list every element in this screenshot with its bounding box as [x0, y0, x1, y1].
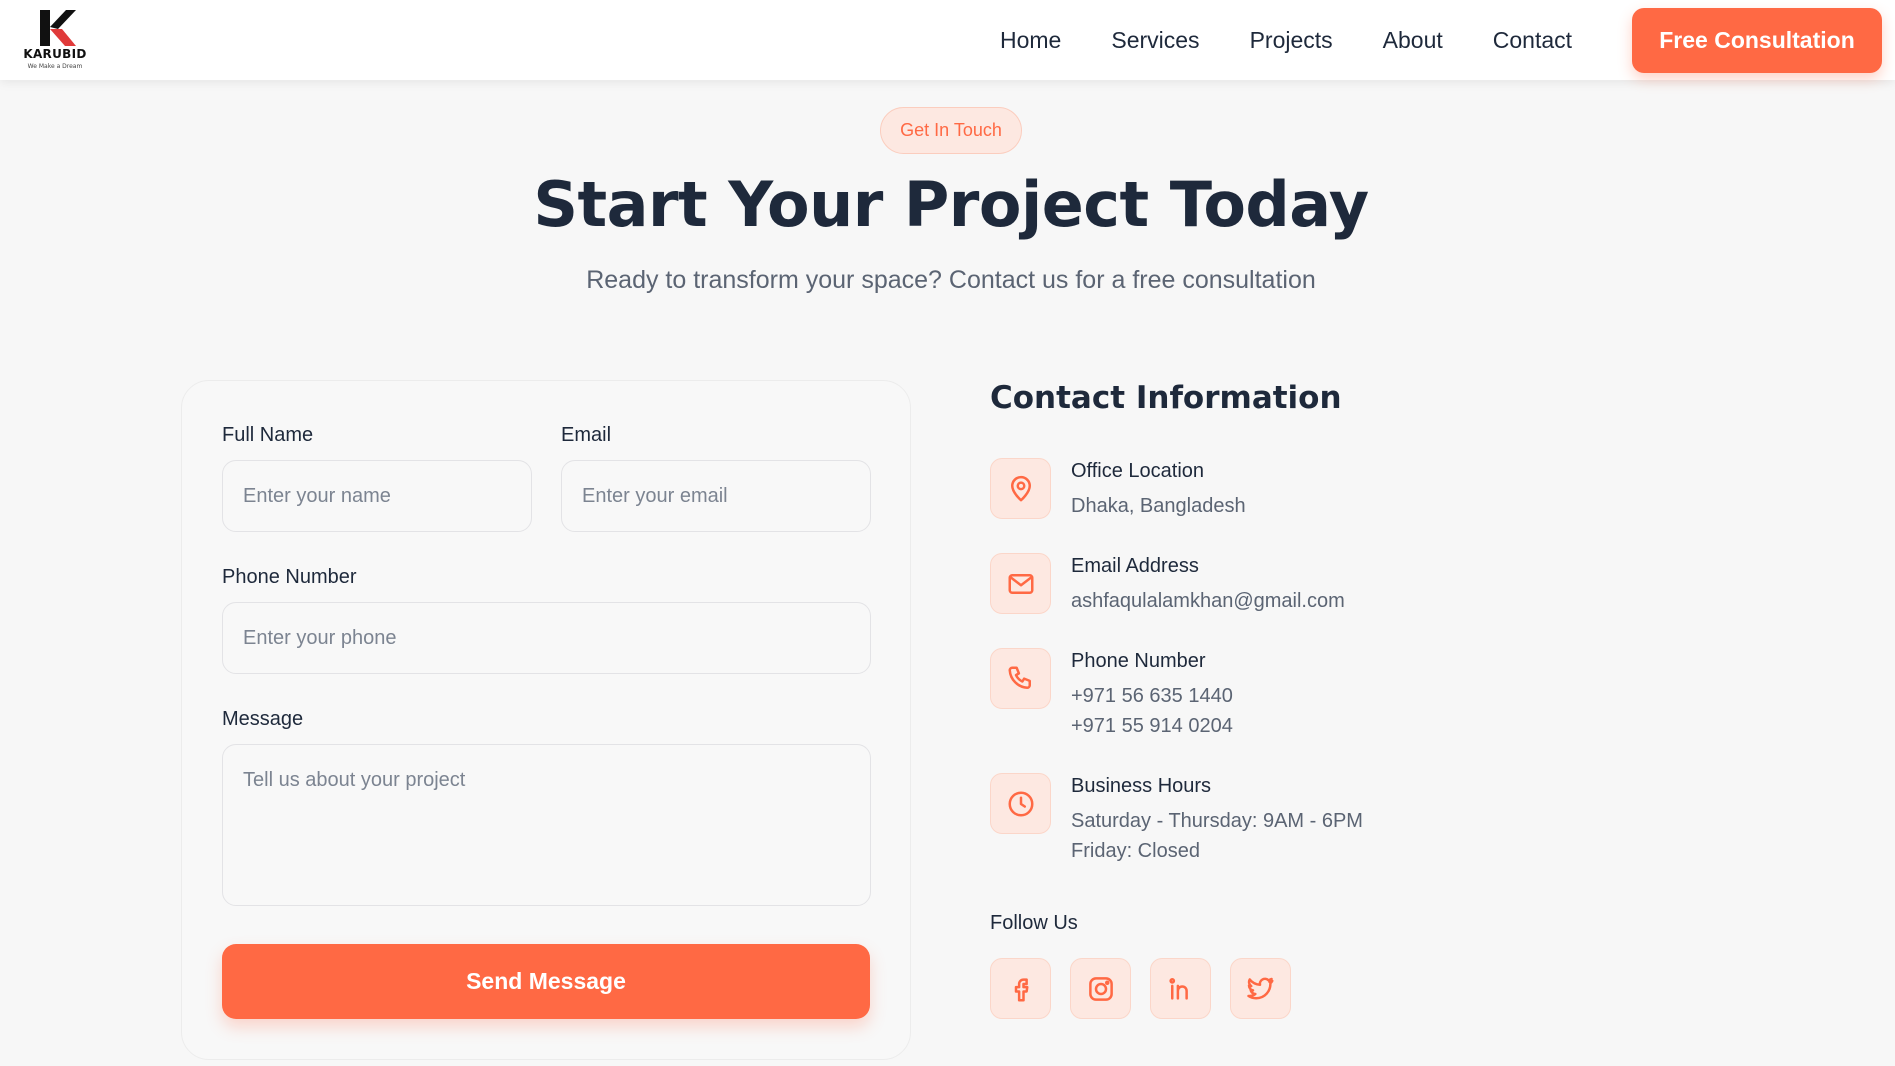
- business-hours-weekdays: Saturday - Thursday: 9AM - 6PM: [1071, 810, 1363, 832]
- email-address-value[interactable]: ashfaqulalamkhan@gmail.com: [1071, 590, 1345, 613]
- map-pin-icon: [990, 458, 1051, 519]
- business-hours-heading: Business Hours: [1071, 775, 1212, 797]
- email-address-heading: Email Address: [1071, 555, 1199, 577]
- page-subtitle: Ready to transform your space? Contact u…: [586, 266, 1316, 294]
- instagram-icon[interactable]: [1070, 958, 1131, 1019]
- office-location-heading: Office Location: [1071, 460, 1205, 482]
- facebook-icon[interactable]: [990, 958, 1051, 1019]
- free-consultation-button[interactable]: Free Consultation: [1632, 8, 1882, 73]
- nav-projects[interactable]: Projects: [1250, 27, 1333, 54]
- clock-icon: [990, 773, 1051, 834]
- office-location-value: Dhaka, Bangladesh: [1071, 495, 1246, 517]
- brand-name: KARUBID: [23, 47, 87, 61]
- business-hours-friday: Friday: Closed: [1071, 840, 1200, 862]
- full-name-input[interactable]: [222, 460, 532, 532]
- main-nav: Home Services Projects About Contact: [1000, 0, 1622, 80]
- email-input[interactable]: [561, 460, 871, 532]
- nav-contact[interactable]: Contact: [1493, 27, 1572, 54]
- brand-tagline: We Make a Dream: [27, 63, 83, 70]
- send-message-button[interactable]: Send Message: [222, 944, 870, 1019]
- phone-number-value-1[interactable]: +971 56 635 1440: [1071, 685, 1233, 708]
- mail-icon: [990, 553, 1051, 614]
- contact-info-title: Contact Information: [990, 380, 1342, 416]
- nav-services[interactable]: Services: [1111, 27, 1199, 54]
- phone-number-heading: Phone Number: [1071, 650, 1206, 672]
- twitter-icon[interactable]: [1230, 958, 1291, 1019]
- message-textarea[interactable]: [222, 744, 871, 906]
- nav-home[interactable]: Home: [1000, 27, 1061, 54]
- phone-number-value-2[interactable]: +971 55 914 0204: [1071, 715, 1233, 738]
- follow-us-label: Follow Us: [990, 912, 1078, 934]
- page-title: Start Your Project Today: [533, 168, 1369, 241]
- nav-about[interactable]: About: [1383, 27, 1443, 54]
- contact-form: Full Name Email Phone Number Message Sen…: [181, 380, 911, 1060]
- navbar: KARUBID We Make a Dream Home Services Pr…: [0, 0, 1895, 80]
- email-label: Email: [561, 424, 612, 446]
- get-in-touch-badge: Get In Touch: [880, 107, 1022, 154]
- message-label: Message: [222, 708, 304, 730]
- logo-k-icon: [40, 10, 76, 46]
- linkedin-icon[interactable]: [1150, 958, 1211, 1019]
- full-name-label: Full Name: [222, 424, 314, 446]
- brand-logo[interactable]: KARUBID We Make a Dream: [20, 10, 90, 72]
- phone-icon: [990, 648, 1051, 709]
- phone-label: Phone Number: [222, 566, 357, 588]
- phone-input[interactable]: [222, 602, 871, 674]
